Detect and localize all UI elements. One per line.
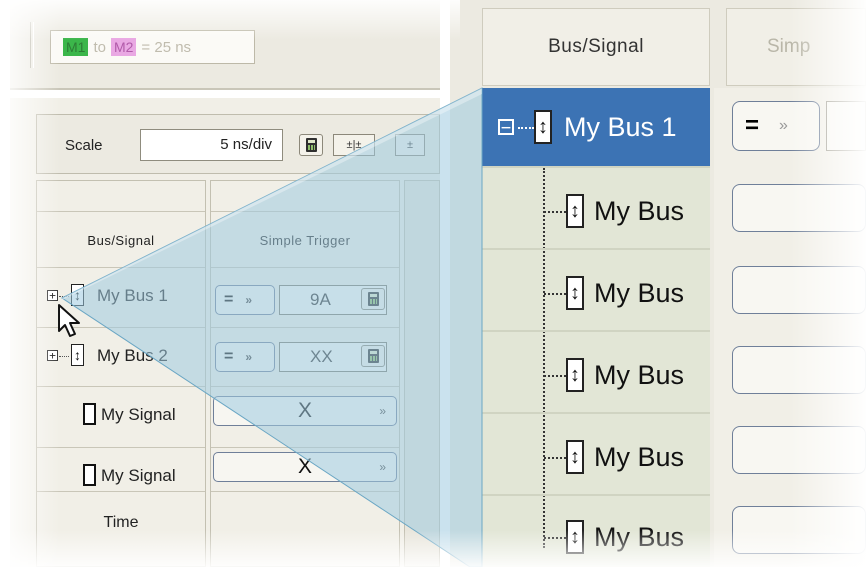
bus-icon: ↕ xyxy=(566,440,584,474)
scale-calculator-button[interactable] xyxy=(299,134,323,156)
tree-line xyxy=(544,211,566,213)
trigger-value: 9A xyxy=(310,290,331,309)
double-chevron-icon: » xyxy=(379,460,386,474)
signal-trigger-select[interactable]: X » xyxy=(213,396,397,426)
signal-name: My Signal xyxy=(101,405,176,424)
zoom-child-row[interactable]: ↕ My Bus xyxy=(482,416,710,496)
trigger-value: XX xyxy=(310,347,333,366)
bus-icon: ↕ xyxy=(566,194,584,228)
row-divider xyxy=(211,491,399,492)
bus-icon: ↕ xyxy=(566,358,584,392)
zoom-out-button[interactable]: ± xyxy=(395,134,425,156)
marker-delta-value: = 25 ns xyxy=(141,38,192,56)
zoom-child-row[interactable]: ↕ My Bus xyxy=(482,334,710,414)
calculator-icon xyxy=(367,292,379,306)
signal-trigger-value: X xyxy=(297,455,312,478)
bus-name: My Bus xyxy=(594,442,685,472)
zoom-bus-signal-header[interactable]: Bus/Signal xyxy=(482,8,710,86)
row-divider xyxy=(211,447,399,448)
signal-name: My Signal xyxy=(101,466,176,485)
waveform-panel: M1 to M2 = 25 ns Scale 5 ns/div ±|± ± Bu… xyxy=(0,0,440,567)
bus-name: My Bus 1 xyxy=(564,112,677,142)
fade-overlay xyxy=(790,0,866,567)
bus-name: My Bus 2 xyxy=(97,346,168,365)
operator-select[interactable]: = » xyxy=(215,285,275,315)
simple-trigger-column: Simple Trigger = » 9A = » XX X » X » xyxy=(210,180,400,567)
bus-icon: ↕ xyxy=(534,110,552,144)
double-chevron-icon: » xyxy=(245,293,253,307)
signal-icon xyxy=(83,403,96,425)
table-row[interactable]: My Signal xyxy=(37,387,205,445)
bus-signal-column: Bus/Signal + ↕ My Bus 1 + ↕ My Bus 2 My … xyxy=(36,180,206,567)
row-divider xyxy=(211,327,399,328)
row-divider xyxy=(37,491,205,492)
operator-value: = xyxy=(224,348,234,365)
bus-name: My Bus 1 xyxy=(97,286,168,305)
scale-bar: Scale 5 ns/div ±|± ± xyxy=(36,114,440,174)
fade-overlay xyxy=(0,0,460,40)
collapse-icon[interactable]: − xyxy=(498,119,514,137)
header-divider xyxy=(211,211,399,212)
scale-input[interactable]: 5 ns/div xyxy=(140,129,283,161)
double-chevron-icon: » xyxy=(379,404,386,418)
operator-select[interactable]: = » xyxy=(215,342,275,372)
waveform-column-edge xyxy=(404,180,440,567)
bus-name: My Bus xyxy=(594,278,685,308)
bus-icon: ↕ xyxy=(71,344,84,366)
value-calculator-button[interactable] xyxy=(361,288,385,310)
signal-trigger-select[interactable]: X » xyxy=(213,452,397,482)
bus-name: My Bus xyxy=(594,196,685,226)
operator-value: = xyxy=(224,291,234,308)
mouse-pointer-icon xyxy=(58,304,80,337)
bus-signal-header[interactable]: Bus/Signal xyxy=(37,233,205,248)
double-chevron-icon: » xyxy=(245,350,253,364)
tree-line xyxy=(518,127,534,129)
marker-connector-text: to xyxy=(93,38,106,56)
calculator-icon xyxy=(367,349,379,363)
tree-line xyxy=(59,296,69,297)
fade-overlay xyxy=(0,530,866,567)
fade-overlay xyxy=(0,0,60,567)
double-chevron-icon: » xyxy=(779,117,788,134)
row-divider xyxy=(211,267,399,268)
tree-line xyxy=(544,375,566,377)
calculator-icon xyxy=(305,138,317,152)
signal-icon xyxy=(83,464,96,486)
header-divider xyxy=(37,211,205,212)
tree-line xyxy=(59,356,69,357)
zoom-child-row[interactable]: ↕ My Bus xyxy=(482,170,710,250)
simple-trigger-header[interactable]: Simple Trigger xyxy=(211,233,399,248)
marker-m2-tag[interactable]: M2 xyxy=(110,38,137,56)
table-row[interactable]: My Signal xyxy=(37,448,205,506)
zoom-in-button[interactable]: ±|± xyxy=(333,134,375,156)
operator-value: = xyxy=(745,112,760,139)
bus-name: My Bus xyxy=(594,360,685,390)
signal-trigger-value: X xyxy=(297,399,312,422)
bus-icon: ↕ xyxy=(566,276,584,310)
scale-label: Scale xyxy=(65,137,103,154)
tree-line xyxy=(544,457,566,459)
marker-m1-tag[interactable]: M1 xyxy=(63,38,89,56)
zoom-selected-bus-row[interactable]: − ↕ My Bus 1 xyxy=(482,88,710,168)
value-calculator-button[interactable] xyxy=(361,345,385,367)
tree-line xyxy=(544,293,566,295)
zoom-child-row[interactable]: ↕ My Bus xyxy=(482,252,710,332)
row-divider xyxy=(211,386,399,387)
